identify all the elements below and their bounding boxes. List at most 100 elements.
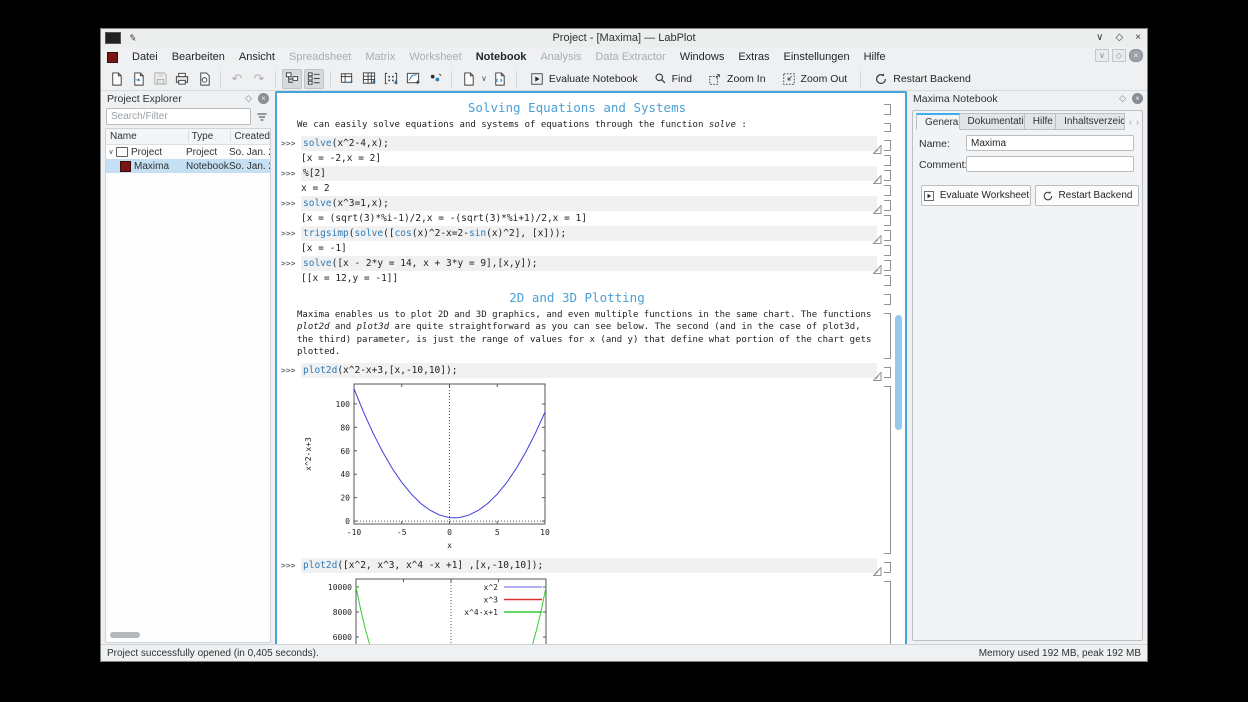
maximize-button[interactable]: ◇ bbox=[1115, 29, 1123, 47]
notebook-code-cell[interactable]: >>> solve(x^3=1,x); bbox=[277, 195, 877, 211]
mdi-restore-button[interactable]: ◇ bbox=[1112, 49, 1126, 62]
toggle-project-explorer-button[interactable] bbox=[282, 68, 302, 89]
expander-icon[interactable]: ∨ bbox=[106, 148, 116, 156]
undo-button[interactable]: ↶ bbox=[227, 69, 247, 89]
tab-scroll-left-icon[interactable]: ‹ bbox=[1129, 117, 1132, 127]
restart-backend-panel-button[interactable]: Restart Backend bbox=[1035, 185, 1139, 206]
cell-bracket[interactable] bbox=[884, 185, 891, 196]
cell-bracket[interactable] bbox=[884, 200, 891, 211]
new-workbook-button[interactable] bbox=[337, 69, 357, 89]
mdi-minimize-button[interactable]: ∨ bbox=[1095, 49, 1109, 62]
menu-einstellungen[interactable]: Einstellungen bbox=[777, 47, 857, 67]
menu-datei[interactable]: Datei bbox=[125, 47, 165, 67]
notebook-view[interactable]: Solving Equations and Systems We can easi… bbox=[275, 91, 907, 647]
print-button[interactable] bbox=[172, 69, 192, 89]
cell-bracket[interactable] bbox=[884, 581, 891, 645]
cell-bracket[interactable] bbox=[884, 294, 891, 305]
cell-bracket[interactable] bbox=[884, 367, 891, 378]
horizontal-scrollbar-thumb[interactable] bbox=[110, 632, 140, 638]
cell-bracket[interactable] bbox=[884, 562, 891, 573]
tree-header[interactable]: Name Type Created bbox=[106, 129, 270, 145]
cell-fold-triangle-icon[interactable] bbox=[872, 201, 882, 214]
evaluate-worksheet-button[interactable]: Evaluate Worksheet bbox=[921, 185, 1031, 206]
notebook-scrollbar-thumb[interactable] bbox=[895, 315, 902, 430]
new-notebook-button[interactable] bbox=[458, 69, 478, 89]
close-dock-icon[interactable]: × bbox=[1132, 93, 1143, 104]
close-dock-icon[interactable]: × bbox=[258, 93, 269, 104]
cell-fold-triangle-icon[interactable] bbox=[872, 171, 882, 184]
menu-windows[interactable]: Windows bbox=[673, 47, 732, 67]
cell-fold-triangle-icon[interactable] bbox=[872, 231, 882, 244]
menu-worksheet: Worksheet bbox=[409, 51, 462, 63]
new-datapicker-button[interactable] bbox=[425, 69, 445, 89]
titlebar[interactable]: ✎ Project - [Maxima] — LabPlot ∨ ◇ × bbox=[101, 29, 1147, 48]
cell-bracket[interactable] bbox=[884, 215, 891, 226]
notebook-code-cell[interactable]: >>> plot2d(x^2-x+3,[x,-10,10]); bbox=[277, 362, 877, 378]
comment-field[interactable] bbox=[966, 156, 1134, 172]
save-project-button[interactable] bbox=[150, 69, 170, 89]
new-project-button[interactable] bbox=[106, 69, 126, 89]
notebook-code-cell[interactable]: >>> plot2d([x^2, x^3, x^4 -x +1] ,[x,-10,… bbox=[277, 557, 877, 573]
cell-bracket[interactable] bbox=[884, 245, 891, 256]
cell-bracket[interactable] bbox=[884, 123, 891, 132]
cell-fold-triangle-icon[interactable] bbox=[872, 563, 882, 576]
filter-options-icon[interactable] bbox=[254, 108, 270, 125]
restart-backend-button[interactable]: Restart Backend bbox=[867, 69, 978, 89]
cell-bracket[interactable] bbox=[884, 275, 891, 286]
menu-ansicht[interactable]: Ansicht bbox=[232, 47, 282, 67]
cell-bracket[interactable] bbox=[884, 155, 891, 166]
notebook-plot-image: 10000800060004000x^2x^3x^4-x+1 bbox=[301, 577, 877, 645]
search-input[interactable] bbox=[106, 108, 251, 125]
tab-scroll-right-icon[interactable]: › bbox=[1136, 117, 1139, 127]
minimize-button[interactable]: ∨ bbox=[1096, 29, 1103, 47]
print-preview-button[interactable] bbox=[194, 69, 214, 89]
find-button[interactable]: Find bbox=[647, 69, 699, 89]
new-spreadsheet-button[interactable] bbox=[359, 69, 379, 89]
float-dock-icon[interactable]: ◇ bbox=[1119, 93, 1126, 104]
cell-bracket[interactable] bbox=[884, 313, 891, 359]
tab-inhaltsverzeichnis[interactable]: Inhaltsverzeichn bbox=[1056, 113, 1125, 130]
cell-bracket[interactable] bbox=[884, 104, 891, 115]
new-script-button[interactable] bbox=[490, 69, 510, 89]
float-dock-icon[interactable]: ◇ bbox=[245, 93, 252, 104]
tab-dokumentation[interactable]: Dokumentation bbox=[959, 113, 1025, 130]
svg-text:-10: -10 bbox=[347, 528, 362, 537]
open-project-button[interactable] bbox=[128, 69, 148, 89]
tab-hilfe[interactable]: Hilfe bbox=[1024, 113, 1057, 130]
cell-bracket[interactable] bbox=[884, 140, 891, 151]
cell-fold-triangle-icon[interactable] bbox=[872, 368, 882, 381]
notebook-code-cell[interactable]: >>> solve(x^2-4,x); bbox=[277, 135, 877, 151]
zoom-out-button[interactable]: Zoom Out bbox=[775, 69, 855, 89]
menu-hilfe[interactable]: Hilfe bbox=[857, 47, 893, 67]
table-row-maxima[interactable]: Maxima Notebook So. Jan. 2 18: bbox=[106, 159, 270, 173]
notebook-code-cell[interactable]: >>> trigsimp(solve([cos(x)^2-x=2-sin(x)^2… bbox=[277, 225, 877, 241]
mdi-close-button[interactable]: × bbox=[1129, 49, 1143, 62]
svg-text:x^4-x+1: x^4-x+1 bbox=[464, 608, 498, 617]
new-worksheet-button[interactable] bbox=[403, 69, 423, 89]
svg-text:x^2-x+3: x^2-x+3 bbox=[304, 436, 313, 470]
tab-general[interactable]: General bbox=[916, 113, 960, 130]
menu-notebook[interactable]: Notebook bbox=[469, 47, 534, 67]
close-button[interactable]: × bbox=[1135, 29, 1141, 47]
toggle-properties-explorer-button[interactable] bbox=[304, 68, 324, 89]
notebook-scrollbar[interactable] bbox=[895, 93, 902, 645]
zoom-in-button[interactable]: Zoom In bbox=[701, 69, 773, 89]
redo-button[interactable]: ↷ bbox=[249, 69, 269, 89]
cell-bracket[interactable] bbox=[884, 260, 891, 271]
cell-bracket[interactable] bbox=[884, 386, 891, 554]
name-field[interactable] bbox=[966, 135, 1134, 151]
properties-tab-widget: General Dokumentation Hilfe Inhaltsverze… bbox=[912, 110, 1143, 641]
table-row-project[interactable]: ∨ Project Project So. Jan. 2 18: bbox=[106, 145, 270, 159]
evaluate-notebook-button[interactable]: Evaluate Notebook bbox=[523, 69, 645, 89]
cell-bracket[interactable] bbox=[884, 170, 891, 181]
cell-fold-triangle-icon[interactable] bbox=[872, 261, 882, 274]
notebook-code-cell[interactable]: >>> %[2] bbox=[277, 165, 877, 181]
menu-bearbeiten[interactable]: Bearbeiten bbox=[165, 47, 232, 67]
notebook-paragraph: Maxima enables us to plot 2D and 3D grap… bbox=[297, 309, 872, 358]
notebook-dropdown-chevron[interactable]: ∨ bbox=[481, 74, 487, 83]
cell-fold-triangle-icon[interactable] bbox=[872, 141, 882, 154]
notebook-code-cell[interactable]: >>> solve([x - 2*y = 14, x + 3*y = 9],[x,… bbox=[277, 255, 877, 271]
new-matrix-button[interactable] bbox=[381, 69, 401, 89]
cell-bracket[interactable] bbox=[884, 230, 891, 241]
menu-extras[interactable]: Extras bbox=[731, 47, 776, 67]
